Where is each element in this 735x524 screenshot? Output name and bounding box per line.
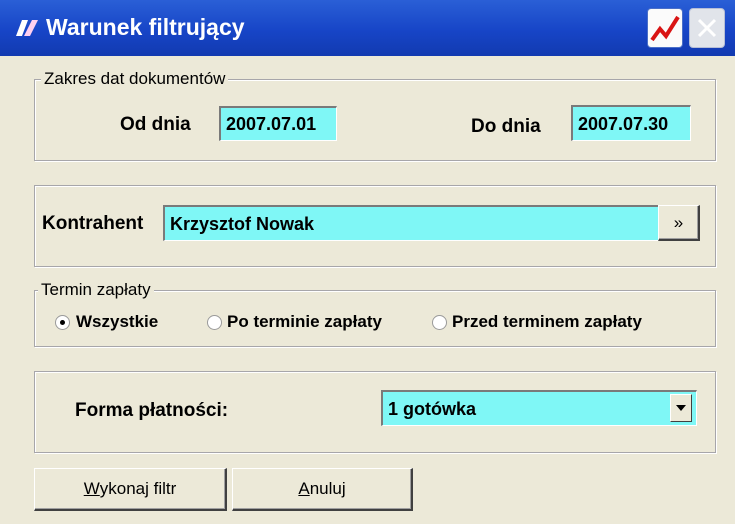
execute-filter-label: ykonaj filtr <box>99 479 177 498</box>
from-date-field[interactable]: 2007.07.01 <box>219 106 337 141</box>
to-date-label: Do dnia <box>471 116 541 137</box>
title-bar[interactable]: Warunek filtrujący <box>0 0 735 56</box>
browse-contractor-button[interactable]: » <box>658 205 700 241</box>
radio-before-due[interactable] <box>432 315 447 330</box>
graph-icon <box>650 15 680 42</box>
execute-filter-button[interactable]: Wykonaj filtr <box>34 468 227 511</box>
radio-overdue-label[interactable]: Po terminie zapłaty <box>227 312 382 332</box>
close-icon <box>697 18 717 38</box>
filter-dialog: Warunek filtrujący Zakres dat dokumentów… <box>0 0 735 524</box>
cancel-accel: A <box>298 479 310 498</box>
execute-filter-accel: W <box>83 479 100 498</box>
payment-form-label: Forma płatności: <box>75 400 229 421</box>
radio-all-label[interactable]: Wszystkie <box>76 312 158 332</box>
cancel-button[interactable]: Anuluj <box>232 468 413 511</box>
cancel-label: nuluj <box>309 479 346 498</box>
date-range-legend: Zakres dat dokumentów <box>41 69 229 89</box>
radio-before-due-label[interactable]: Przed terminem zapłaty <box>452 312 642 332</box>
to-date-field[interactable]: 2007.07.30 <box>571 105 691 141</box>
app-icon <box>16 20 38 36</box>
help-button[interactable] <box>647 8 683 48</box>
chevron-down-icon <box>676 405 686 411</box>
close-button[interactable] <box>689 8 725 48</box>
radio-overdue[interactable] <box>207 315 222 330</box>
payment-form-dropdown-button[interactable] <box>670 394 692 422</box>
contractor-field[interactable]: Krzysztof Nowak <box>163 205 660 241</box>
window-title: Warunek filtrujący <box>46 14 245 40</box>
contractor-label: Kontrahent <box>42 213 144 234</box>
radio-all[interactable] <box>55 315 70 330</box>
payment-term-legend: Termin zapłaty <box>38 280 154 300</box>
from-date-label: Od dnia <box>120 114 191 135</box>
payment-form-select[interactable]: 1 gotówka <box>381 390 697 426</box>
